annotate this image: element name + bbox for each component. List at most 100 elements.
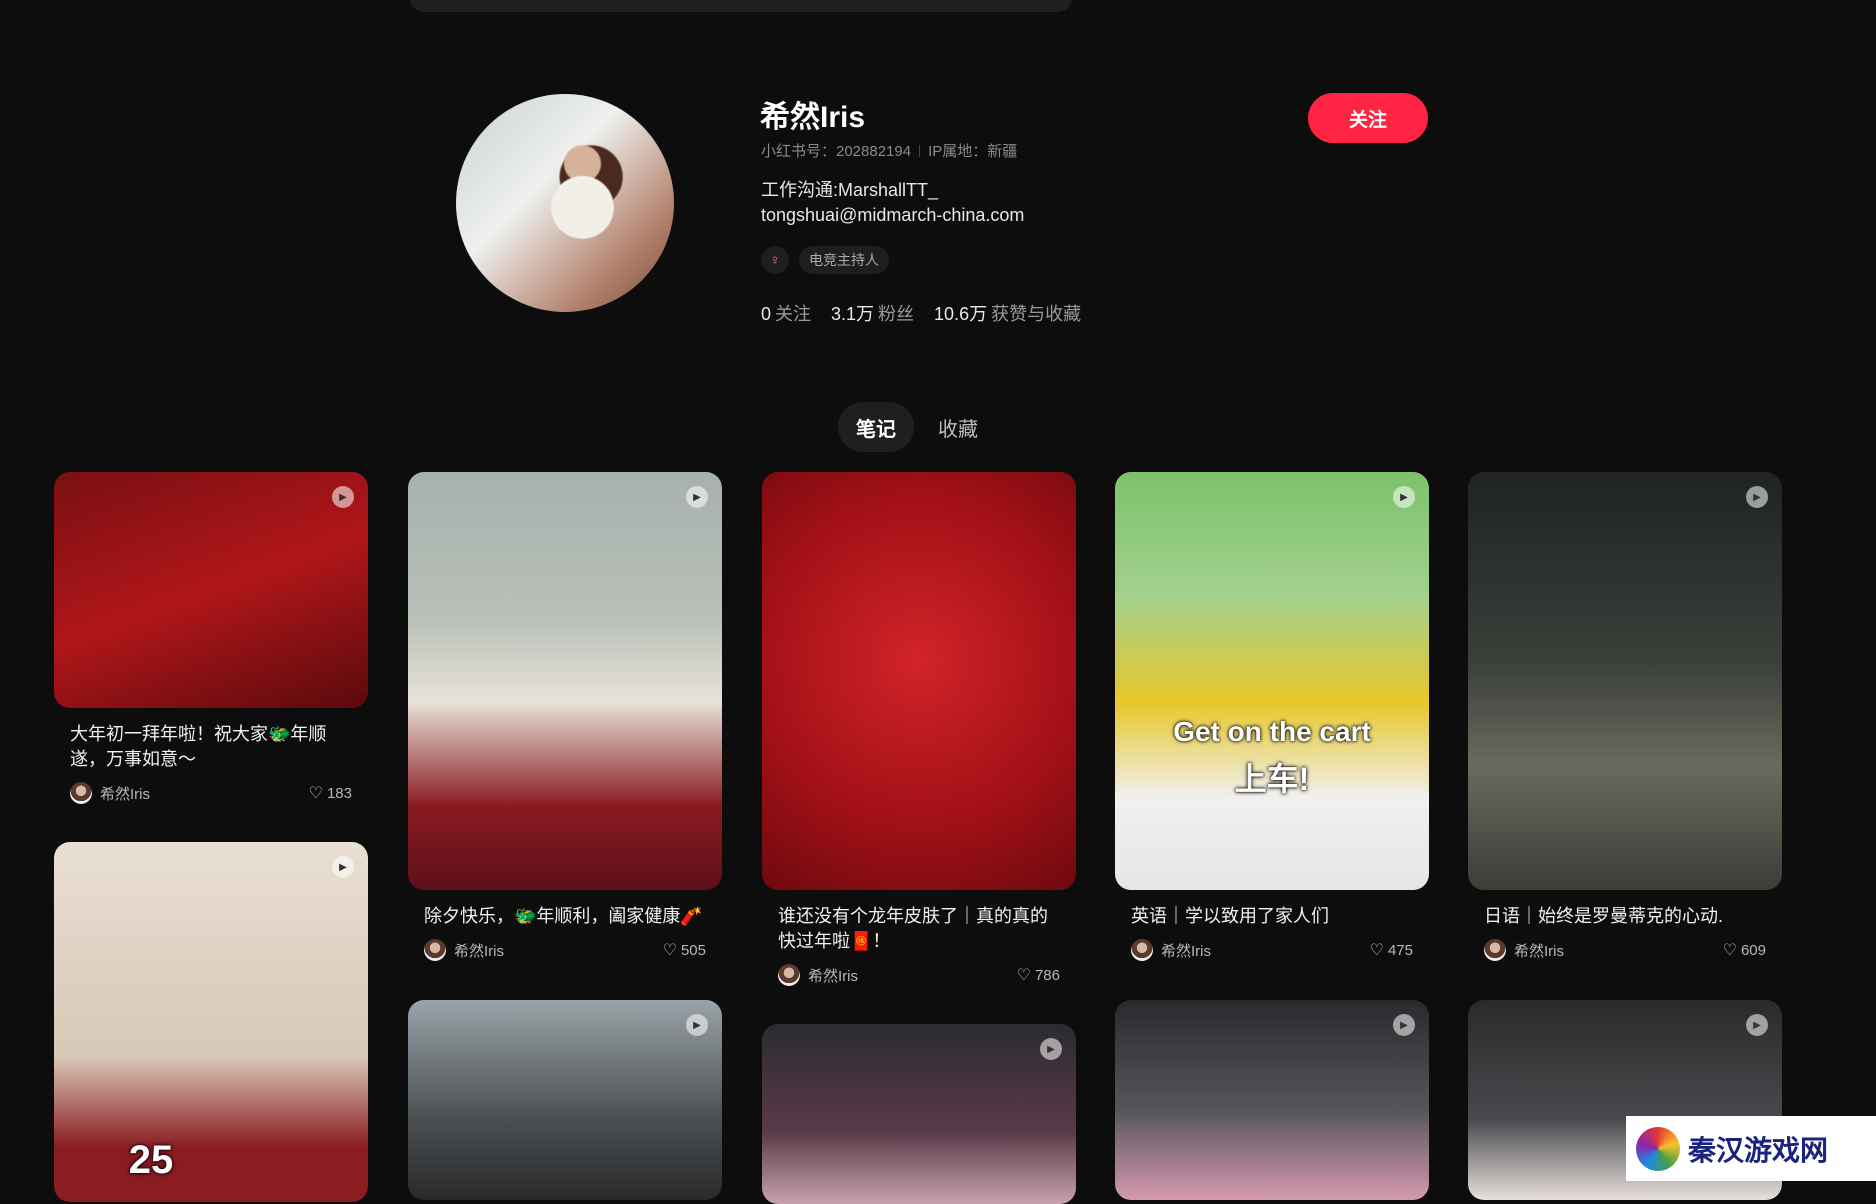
profile-tag: 电竞主持人 [799, 246, 889, 274]
note-cover[interactable]: ▶ [762, 472, 1076, 890]
like-button[interactable]: ♡ 786 [1017, 965, 1060, 985]
play-icon: ▶ [332, 856, 354, 878]
note-cover[interactable]: ▶ [54, 472, 368, 708]
site-watermark: 秦汉游戏网 [1626, 1116, 1876, 1181]
like-count: 786 [1034, 966, 1060, 984]
note-cover[interactable]: ▶ Get on the cart 上车! [1115, 472, 1429, 890]
note-card[interactable]: ▶ 日语｜始终是罗曼蒂克的心动. 希然Iris ♡ 609 [1468, 472, 1782, 961]
follow-button[interactable]: 关注 [1308, 93, 1428, 143]
like-button[interactable]: ♡ 183 [309, 783, 352, 803]
note-card[interactable]: ▶ 除夕快乐，🐲年顺利，阖家健康🧨 希然Iris ♡ 505 [408, 472, 722, 961]
stat-label: 粉丝 [878, 304, 915, 324]
search-bar[interactable] [410, 0, 1072, 12]
meta-divider [919, 144, 921, 157]
note-footer: 希然Iris ♡ 505 [424, 939, 706, 961]
stat-likes: 10.6万 获赞与收藏 [934, 300, 1081, 326]
note-card[interactable]: ▶ Get on the cart 上车! 英语｜学以致用了家人们 希然Iris… [1115, 472, 1429, 961]
author-name: 希然Iris [454, 942, 504, 960]
stat-label: 关注 [775, 304, 812, 324]
note-footer: 希然Iris ♡ 475 [1131, 939, 1413, 961]
note-footer: 希然Iris ♡ 183 [70, 782, 352, 804]
note-author[interactable]: 希然Iris [1131, 939, 1211, 961]
note-cover[interactable]: ▶ 25 [54, 842, 368, 1202]
profile-stats: 0 关注 3.1万 粉丝 10.6万 获赞与收藏 [761, 300, 1081, 326]
play-icon: ▶ [1393, 1014, 1415, 1036]
profile-meta: 小红书号：202882194 IP属地：新疆 [761, 140, 1017, 161]
tab-notes[interactable]: 笔记 [838, 402, 914, 452]
tab-favorites[interactable]: 收藏 [920, 402, 996, 452]
like-button[interactable]: ♡ 609 [1723, 940, 1766, 960]
like-button[interactable]: ♡ 505 [663, 940, 706, 960]
avatar [70, 782, 92, 804]
note-title[interactable]: 英语｜学以致用了家人们 [1131, 904, 1413, 929]
note-card[interactable]: ▶ [408, 1000, 722, 1200]
gender-icon: ♀ [761, 246, 789, 274]
profile-bio: 工作沟通:MarshallTT_ tongshuai@midmarch-chin… [761, 178, 1024, 228]
stat-following[interactable]: 0 关注 [761, 300, 811, 326]
avatar [1484, 939, 1506, 961]
note-footer: 希然Iris ♡ 609 [1484, 939, 1766, 961]
cover-overlay-text: Get on the cart [1173, 716, 1371, 747]
note-cover[interactable]: ▶ [408, 1000, 722, 1200]
avatar [424, 939, 446, 961]
note-author[interactable]: 希然Iris [778, 964, 858, 986]
like-button[interactable]: ♡ 475 [1370, 940, 1413, 960]
note-title[interactable]: 谁还没有个龙年皮肤了｜真的真的快过年啦🧧！ [778, 904, 1060, 954]
like-count: 505 [680, 941, 706, 959]
bio-line: 工作沟通:MarshallTT_ [761, 180, 939, 200]
note-author[interactable]: 希然Iris [424, 939, 504, 961]
profile-tags: ♀ 电竞主持人 [761, 246, 889, 274]
like-count: 609 [1740, 941, 1766, 959]
note-title[interactable]: 除夕快乐，🐲年顺利，阖家健康🧨 [424, 904, 706, 929]
heart-icon: ♡ [308, 785, 323, 802]
heart-icon: ♡ [1369, 942, 1384, 959]
heart-icon: ♡ [1016, 967, 1031, 984]
note-cover[interactable]: ▶ [1468, 472, 1782, 890]
author-name: 希然Iris [808, 967, 858, 985]
author-name: 希然Iris [100, 785, 150, 803]
play-icon: ▶ [686, 1014, 708, 1036]
bio-line: tongshuai@midmarch-china.com [761, 205, 1025, 225]
profile-name: 希然Iris [760, 101, 866, 134]
note-cover[interactable]: ▶ [762, 1024, 1076, 1204]
like-count: 475 [1387, 941, 1413, 959]
watermark-text: 秦汉游戏网 [1688, 1133, 1829, 1167]
heart-icon: ♡ [1722, 942, 1737, 959]
cover-overlay-text: 25 [128, 1138, 174, 1182]
author-name: 希然Iris [1514, 942, 1564, 960]
like-count: 183 [326, 784, 352, 802]
profile-xhs-id: 小红书号：202882194 [761, 143, 912, 160]
avatar [778, 964, 800, 986]
avatar [1131, 939, 1153, 961]
stat-number: 0 [761, 304, 772, 324]
note-card[interactable]: ▶ [762, 1024, 1076, 1204]
note-footer: 希然Iris ♡ 786 [778, 964, 1060, 986]
note-author[interactable]: 希然Iris [1484, 939, 1564, 961]
note-card[interactable]: ▶ [1115, 1000, 1429, 1200]
note-title[interactable]: 大年初一拜年啦！祝大家🐲年顺遂，万事如意～ [70, 722, 352, 772]
play-icon: ▶ [1746, 1014, 1768, 1036]
note-cover[interactable]: ▶ [408, 472, 722, 890]
author-name: 希然Iris [1161, 942, 1211, 960]
note-author[interactable]: 希然Iris [70, 782, 150, 804]
heart-icon: ♡ [662, 942, 677, 959]
note-card[interactable]: ▶ 谁还没有个龙年皮肤了｜真的真的快过年啦🧧！ 希然Iris ♡786 [762, 472, 1076, 986]
play-icon: ▶ [1393, 486, 1415, 508]
stat-fans[interactable]: 3.1万 粉丝 [831, 300, 914, 326]
stat-label: 获赞与收藏 [991, 304, 1082, 324]
profile-tabs: 笔记 收藏 [838, 402, 996, 452]
cover-overlay-text: 上车! [1234, 761, 1310, 797]
profile-ip: IP属地：新疆 [928, 143, 1018, 160]
play-icon: ▶ [686, 486, 708, 508]
note-cover[interactable]: ▶ [1115, 1000, 1429, 1200]
play-icon: ▶ [1040, 1038, 1062, 1060]
stat-number: 3.1万 [831, 304, 875, 324]
note-card[interactable]: ▶ 大年初一拜年啦！祝大家🐲年顺遂，万事如意～ 希然Iris ♡ 183 [54, 472, 368, 804]
note-title[interactable]: 日语｜始终是罗曼蒂克的心动. [1484, 904, 1766, 929]
play-icon: ▶ [332, 486, 354, 508]
watermark-logo-icon [1636, 1126, 1680, 1171]
stat-number: 10.6万 [934, 304, 988, 324]
profile-avatar [456, 94, 674, 312]
note-card[interactable]: ▶ 25 [54, 842, 368, 1202]
play-icon: ▶ [1746, 486, 1768, 508]
